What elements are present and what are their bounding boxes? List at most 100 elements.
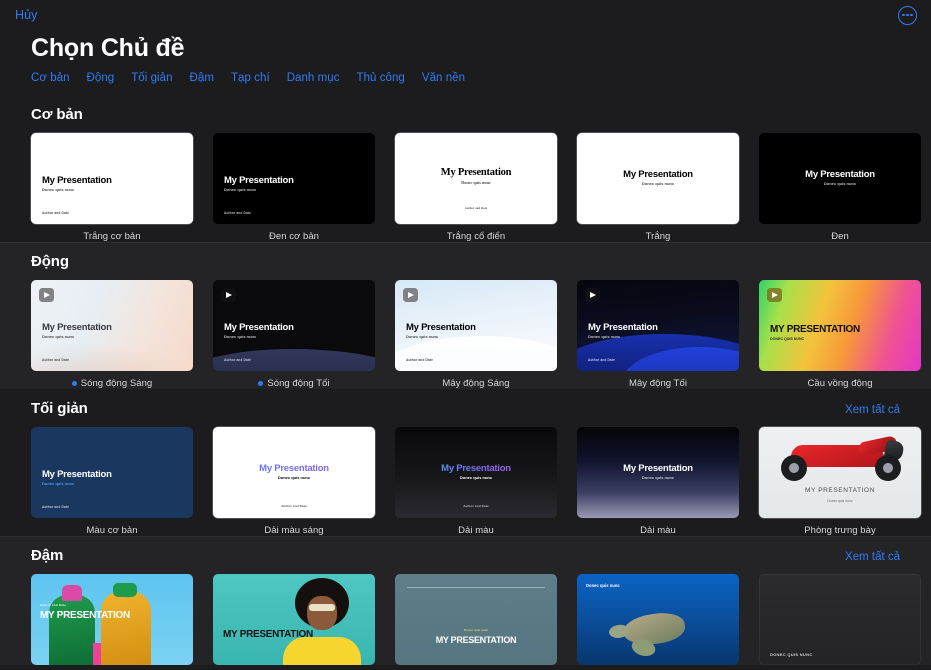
theme-cell[interactable]: My Presentation Donec quis nunc Author a… xyxy=(395,427,557,536)
theme-cell[interactable]: My Presentation Donec quis nunc Trắng xyxy=(577,133,739,242)
tab-van-nen[interactable]: Văn nền xyxy=(422,72,465,84)
theme-thumbnail-bold-people-blue[interactable]: Author and Date MY PRESENTATION xyxy=(31,574,193,665)
theme-thumbnail-trang[interactable]: My Presentation Donec quis nunc xyxy=(577,133,739,224)
slide-title: My Presentation xyxy=(42,322,112,333)
downloaded-indicator-dot xyxy=(258,381,263,386)
theme-thumbnail-trang-co-ban[interactable]: My Presentation Donec quis nunc Author a… xyxy=(31,133,193,224)
theme-cell[interactable]: MY PRESENTATION Donec quis nunc Phòng tr… xyxy=(759,427,921,536)
slide-title: My Presentation xyxy=(42,175,112,186)
tab-thu-cong[interactable]: Thủ công xyxy=(357,72,405,84)
theme-cell[interactable]: My Presentation Donec quis nunc Author a… xyxy=(31,280,193,389)
theme-thumbnail-bold-portrait-teal[interactable]: MY PRESENTATION xyxy=(213,574,375,665)
theme-cell[interactable]: My Presentation Donec quis nunc Dải màu xyxy=(577,427,739,536)
theme-label: Sóng động Sáng xyxy=(81,378,153,389)
slide-author: Author and Date xyxy=(42,505,69,509)
section-header: Động xyxy=(0,242,931,270)
theme-thumbnail-may-dong-sang[interactable]: My Presentation Donec quis nunc Author a… xyxy=(395,280,557,371)
section-co-ban: Cơ bản My Presentation Donec quis nunc A… xyxy=(0,95,931,242)
slide-subtitle: Donec quis nunc xyxy=(42,481,74,486)
theme-cell[interactable]: My Presentation Donec quis nunc Đen xyxy=(759,133,921,242)
slide-title: MY PRESENTATION xyxy=(223,630,313,641)
slide-title: My Presentation xyxy=(213,463,375,474)
slide-title: My Presentation xyxy=(395,463,557,474)
slide-author: Author and Date xyxy=(224,211,251,215)
theme-cell[interactable]: My Presentation Donec quis nunc Author a… xyxy=(577,280,739,389)
slide-title: My Presentation xyxy=(395,167,557,178)
theme-thumbnail-may-dong-toi[interactable]: My Presentation Donec quis nunc Author a… xyxy=(577,280,739,371)
theme-cell[interactable]: MY PRESENTATION xyxy=(213,574,375,665)
section-title: Đậm xyxy=(31,547,63,564)
slide-title: My Presentation xyxy=(42,469,112,480)
tab-dong[interactable]: Động xyxy=(87,72,115,84)
theme-thumbnail-mau-co-ban[interactable]: My Presentation Donec quis nunc Author a… xyxy=(31,427,193,518)
theme-label: Dải màu xyxy=(640,525,676,536)
tab-dam[interactable]: Đậm xyxy=(190,72,214,84)
theme-thumbnail-den-co-ban[interactable]: My Presentation Donec quis nunc Author a… xyxy=(213,133,375,224)
tab-co-ban[interactable]: Cơ bản xyxy=(31,72,70,84)
theme-label: Đen cơ bản xyxy=(269,231,319,242)
theme-cell[interactable]: DONEC QUIS NUNC xyxy=(759,574,921,665)
theme-cell[interactable]: My Presentation Donec quis nunc Author a… xyxy=(395,280,557,389)
theme-thumbnail-trang-co-dien[interactable]: My Presentation Donec quis nunc Author a… xyxy=(395,133,557,224)
theme-row: My Presentation Donec quis nunc Author a… xyxy=(0,417,931,536)
theme-cell[interactable]: My Presentation Donec quis nunc Author a… xyxy=(213,427,375,536)
theme-cell[interactable]: Donec quis nunc xyxy=(577,574,739,665)
theme-cell[interactable]: My Presentation Donec quis nunc Author a… xyxy=(395,133,557,242)
slide-subtitle: Donec quis nunc xyxy=(42,334,74,339)
slide-title: My Presentation xyxy=(224,175,294,186)
theme-caption: Đen xyxy=(759,231,921,242)
cancel-button[interactable]: Hủy xyxy=(15,8,38,22)
theme-cell[interactable]: My Presentation Donec quis nunc Author a… xyxy=(213,133,375,242)
slide-author: Author and Date xyxy=(406,358,433,362)
slide-subtitle: Donec quis nunc xyxy=(577,181,739,186)
play-icon xyxy=(585,288,600,302)
section-toi-gian: Tối giản Xem tất cả My Presentation Done… xyxy=(0,389,931,536)
slide-author: Author and Date xyxy=(395,207,557,210)
theme-thumbnail-song-dong-sang[interactable]: My Presentation Donec quis nunc Author a… xyxy=(31,280,193,371)
slide-author: Author and Date xyxy=(588,358,615,362)
play-icon xyxy=(767,288,782,302)
theme-cell[interactable]: My Presentation Donec quis nunc Author a… xyxy=(31,427,193,536)
theme-thumbnail-dai-mau-night[interactable]: My Presentation Donec quis nunc xyxy=(577,427,739,518)
slide-subtitle: Donec quis nunc xyxy=(395,628,557,632)
section-dam: Đậm Xem tất cả Author and Date MY PRESEN… xyxy=(0,536,931,665)
theme-cell[interactable]: My Presentation Donec quis nunc Author a… xyxy=(31,133,193,242)
slide-subtitle: Donec quis nunc xyxy=(586,583,620,588)
motorcycle-photo xyxy=(773,439,907,481)
theme-thumbnail-bold-dark-grey[interactable]: DONEC QUIS NUNC xyxy=(759,574,921,665)
tab-danh-muc[interactable]: Danh mục xyxy=(287,72,340,84)
theme-thumbnail-bold-turtle[interactable]: Donec quis nunc xyxy=(577,574,739,665)
theme-label: Phòng trưng bày xyxy=(804,525,876,536)
slide-title: My Presentation xyxy=(224,322,294,333)
tab-tap-chi[interactable]: Tạp chí xyxy=(231,72,270,84)
theme-row: Author and Date MY PRESENTATION MY PRESE… xyxy=(0,564,931,665)
slide-title: MY PRESENTATION xyxy=(759,487,921,494)
theme-caption: Màu cơ bản xyxy=(31,525,193,536)
slide-title: MY PRESENTATION xyxy=(770,324,860,335)
theme-cell[interactable]: My Presentation Donec quis nunc Author a… xyxy=(213,280,375,389)
section-header: Đậm Xem tất cả xyxy=(0,536,931,564)
theme-cell[interactable]: Donec quis nunc MY PRESENTATION xyxy=(395,574,557,665)
theme-label: Màu cơ bản xyxy=(86,525,137,536)
see-all-link-dam[interactable]: Xem tất cả xyxy=(845,551,900,563)
theme-thumbnail-cau-vong-dong[interactable]: MY PRESENTATION DONEC QUIS NUNC xyxy=(759,280,921,371)
theme-thumbnail-bold-slate[interactable]: Donec quis nunc MY PRESENTATION xyxy=(395,574,557,665)
theme-cell[interactable]: Author and Date MY PRESENTATION xyxy=(31,574,193,665)
tab-toi-gian[interactable]: Tối giản xyxy=(131,72,172,84)
slide-subtitle: Donec quis nunc xyxy=(588,334,620,339)
theme-caption: Trắng cổ điển xyxy=(395,231,557,242)
theme-label: Dải màu xyxy=(458,525,494,536)
slide-author: Author and Date xyxy=(213,504,375,508)
theme-thumbnail-dai-mau-sang[interactable]: My Presentation Donec quis nunc Author a… xyxy=(213,427,375,518)
theme-cell[interactable]: MY PRESENTATION DONEC QUIS NUNC Cầu vồng… xyxy=(759,280,921,389)
slide-author: Author and Date xyxy=(42,211,69,215)
see-all-link-toi-gian[interactable]: Xem tất cả xyxy=(845,404,900,416)
theme-thumbnail-den[interactable]: My Presentation Donec quis nunc xyxy=(759,133,921,224)
slide-title: My Presentation xyxy=(577,463,739,474)
theme-thumbnail-phong-trung-bay[interactable]: MY PRESENTATION Donec quis nunc xyxy=(759,427,921,518)
slide-title: My Presentation xyxy=(406,322,476,333)
theme-chooser-screen: Hủy Chọn Chủ đề Cơ bản Động Tối giản Đậm… xyxy=(0,0,931,670)
theme-thumbnail-song-dong-toi[interactable]: My Presentation Donec quis nunc Author a… xyxy=(213,280,375,371)
ellipsis-circle-icon[interactable] xyxy=(898,6,917,25)
theme-thumbnail-dai-mau-dark[interactable]: My Presentation Donec quis nunc Author a… xyxy=(395,427,557,518)
